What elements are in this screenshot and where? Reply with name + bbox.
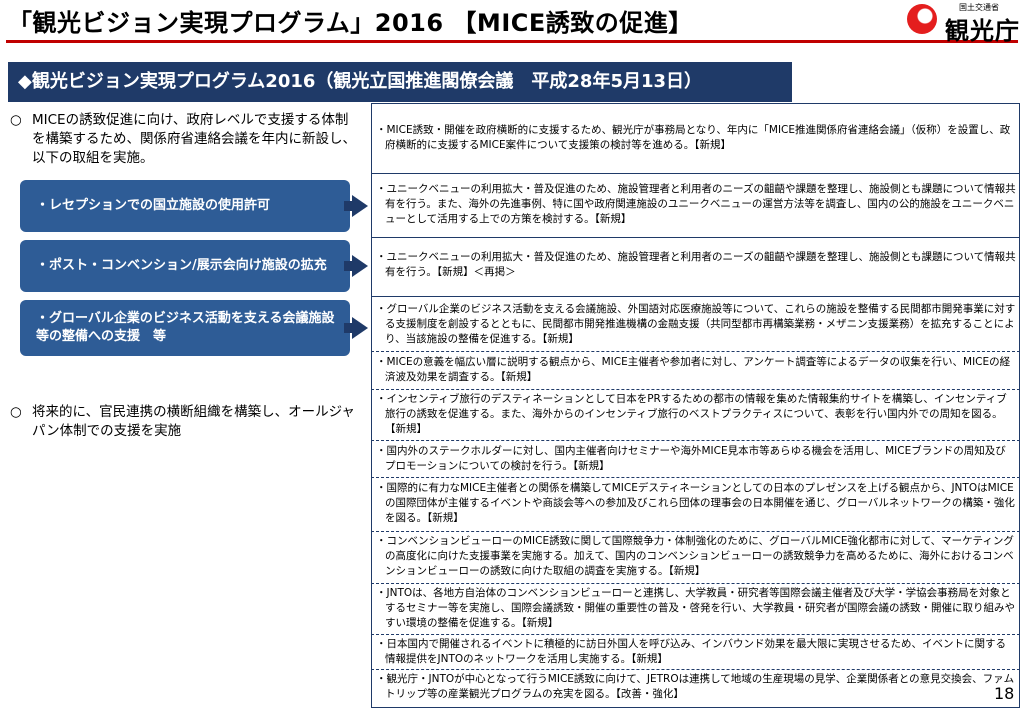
panel-divider bbox=[371, 477, 1020, 478]
measure-item-text: ・国際的に有力なMICE主催者との関係を構築してMICEデスティネーションとして… bbox=[376, 482, 1015, 524]
section-banner: ◆観光ビジョン実現プログラム2016（観光立国推進閣僚会議 平成28年5月13日… bbox=[8, 62, 792, 102]
panel-divider bbox=[371, 531, 1020, 532]
measure-item-text: ・MICE誘致・開催を政府横断的に支援するため、観光庁が事務局となり、年内に「M… bbox=[376, 124, 1011, 151]
measure-item-text: ・JNTOは、各地方自治体のコンベンションビューローと連携し、大学教員・研究者等… bbox=[376, 587, 1015, 629]
jta-logo: 国土交通省 観光庁 bbox=[905, 2, 1020, 45]
measure-item-text: ・ユニークベニューの利用拡大・普及促進のため、施設管理者と利用者のニーズの齟齬や… bbox=[376, 251, 1016, 278]
measure-item-text: ・コンベンションビューローのMICE誘致に関して国際競争力・体制強化のために、グ… bbox=[376, 535, 1014, 577]
measure-item: ・国際的に有力なMICE主催者との関係を構築してMICEデスティネーションとして… bbox=[376, 481, 1016, 526]
measure-pill-label: ・グローバル企業のビジネス活動を支える会議施設等の整備への支援 等 bbox=[36, 311, 335, 344]
measure-item: ・JNTOは、各地方自治体のコンベンションビューローと連携し、大学教員・研究者等… bbox=[376, 586, 1016, 631]
measure-item-text: ・ユニークベニューの利用拡大・普及促進のため、施設管理者と利用者のニーズの齟齬や… bbox=[376, 183, 1016, 225]
measure-item: ・ユニークベニューの利用拡大・普及促進のため、施設管理者と利用者のニーズの齟齬や… bbox=[376, 250, 1016, 280]
arrow-right-icon bbox=[344, 195, 368, 217]
measure-item: ・ユニークベニューの利用拡大・普及促進のため、施設管理者と利用者のニーズの齟齬や… bbox=[376, 182, 1016, 227]
panel-divider bbox=[371, 583, 1020, 584]
measure-item-text: ・インセンティブ旅行のデスティネーションとして日本をPRするための都市の情報を集… bbox=[376, 393, 1007, 435]
measure-item: ・コンベンションビューローのMICE誘致に関して国際競争力・体制強化のために、グ… bbox=[376, 534, 1016, 579]
panel-divider bbox=[371, 669, 1020, 670]
arrow-right-icon bbox=[344, 255, 368, 277]
measure-item: ・日本国内で開催されるイベントに積極的に訪日外国人を呼び込み、インバウンド効果を… bbox=[376, 637, 1016, 667]
panel-divider bbox=[371, 351, 1020, 352]
circle-bullet-icon: ○ bbox=[10, 404, 22, 420]
page-number: 18 bbox=[994, 684, 1015, 703]
measure-pill-label: ・ポスト・コンベンション/展示会向け施設の拡充 bbox=[36, 258, 327, 273]
page-title: 「観光ビジョン実現プログラム」2016 【MICE誘致の促進】 bbox=[8, 9, 693, 37]
measure-item-text: ・国内外のステークホルダーに対し、国内主催者向けセミナーや海外MICE見本市等あ… bbox=[376, 445, 1006, 472]
measure-item-text: ・観光庁・JNTOが中心となって行うMICE誘致に向けて、JETROは連携して地… bbox=[376, 673, 1015, 700]
title-underline bbox=[6, 40, 1018, 43]
measure-item-text: ・日本国内で開催されるイベントに積極的に訪日外国人を呼び込み、インバウンド効果を… bbox=[376, 638, 1006, 665]
panel-divider bbox=[371, 440, 1020, 441]
circle-bullet-icon: ○ bbox=[10, 112, 22, 128]
logo-mark-icon bbox=[907, 4, 937, 34]
measure-item: ・国内外のステークホルダーに対し、国内主催者向けセミナーや海外MICE見本市等あ… bbox=[376, 444, 1016, 474]
measure-item: ・グローバル企業のビジネス活動を支える会議施設、外国語対応医療施設等について、こ… bbox=[376, 302, 1016, 347]
measure-item: ・MICEの意義を幅広い層に説明する観点から、MICE主催者や参加者に対し、アン… bbox=[376, 355, 1016, 385]
measure-pill-global-business: ・グローバル企業のビジネス活動を支える会議施設等の整備への支援 等 bbox=[20, 300, 350, 356]
measure-pill-label: ・レセプションでの国立施設の使用許可 bbox=[36, 198, 271, 213]
future-bullet-text: 将来的に、官民連携の横断組織を構築し、オールジャパン体制での支援を実施 bbox=[32, 404, 355, 439]
measure-item-text: ・グローバル企業のビジネス活動を支える会議施設、外国語対応医療施設等について、こ… bbox=[376, 303, 1016, 345]
panel-divider bbox=[371, 634, 1020, 635]
future-bullet: ○ 将来的に、官民連携の横断組織を構築し、オールジャパン体制での支援を実施 bbox=[10, 403, 360, 441]
measure-item: ・MICE誘致・開催を政府横断的に支援するため、観光庁が事務局となり、年内に「M… bbox=[376, 123, 1016, 153]
measure-item: ・観光庁・JNTOが中心となって行うMICE誘致に向けて、JETROは連携して地… bbox=[376, 672, 1016, 702]
panel-divider bbox=[371, 389, 1020, 390]
measure-pill-post-convention: ・ポスト・コンベンション/展示会向け施設の拡充 bbox=[20, 240, 350, 292]
panel-divider bbox=[371, 173, 1020, 174]
measure-pill-reception: ・レセプションでの国立施設の使用許可 bbox=[20, 180, 350, 232]
intro-bullet-text: MICEの誘致促進に向け、政府レベルで支援する体制を構築するため、関係府省連絡会… bbox=[32, 112, 356, 166]
logo-agency-text: 観光庁 bbox=[945, 17, 1020, 45]
measure-item-text: ・MICEの意義を幅広い層に説明する観点から、MICE主催者や参加者に対し、アン… bbox=[376, 356, 1011, 383]
arrow-right-icon bbox=[344, 317, 368, 339]
panel-divider bbox=[371, 296, 1020, 297]
intro-bullet: ○ MICEの誘致促進に向け、政府レベルで支援する体制を構築するため、関係府省連… bbox=[10, 111, 360, 168]
measure-item: ・インセンティブ旅行のデスティネーションとして日本をPRするための都市の情報を集… bbox=[376, 392, 1016, 437]
panel-divider bbox=[371, 237, 1020, 238]
